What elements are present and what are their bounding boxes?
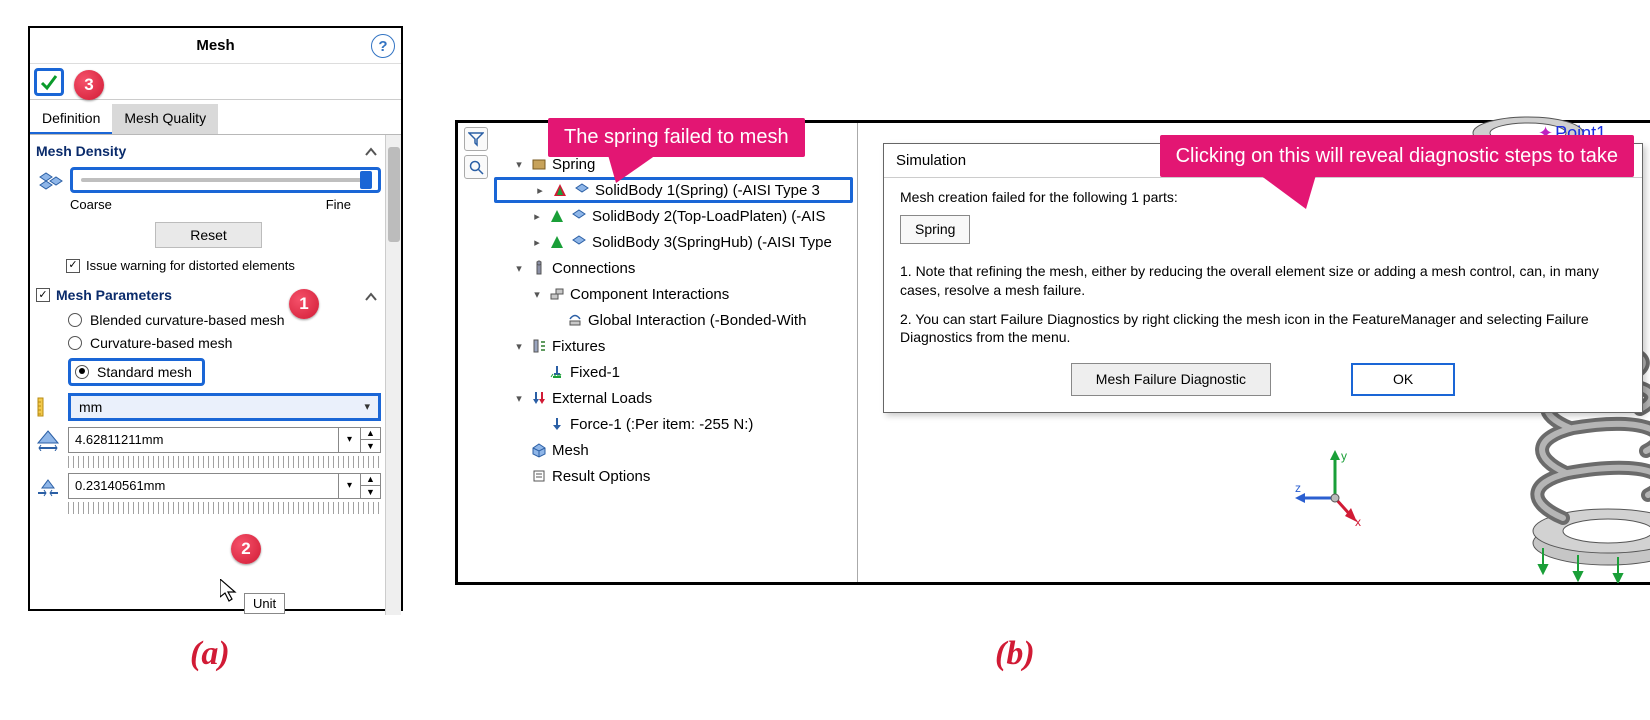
spin-up[interactable]: ▲ xyxy=(361,428,380,441)
chevron-down-icon: ▾ xyxy=(364,400,370,413)
tabs: Definition Mesh Quality xyxy=(30,104,401,135)
filter-icon[interactable] xyxy=(464,127,488,151)
mesh-density-icon xyxy=(36,168,64,192)
mouse-cursor-icon xyxy=(220,579,240,606)
svg-text:y: y xyxy=(1341,449,1347,463)
solidbody-icon xyxy=(570,207,588,225)
solidbody-icon xyxy=(570,233,588,251)
reset-button[interactable]: Reset xyxy=(155,222,262,248)
tolerance-input[interactable] xyxy=(69,474,338,498)
mesh-ok-icon xyxy=(548,233,566,251)
ruler-icon xyxy=(36,396,60,418)
mesh-ok-icon xyxy=(548,207,566,225)
mesh-failed-icon xyxy=(551,181,569,199)
annotation-badge-1: 1 xyxy=(289,289,319,319)
search-icon[interactable] xyxy=(464,155,488,179)
tree-spring-group[interactable]: Spring xyxy=(552,156,595,173)
fixtures-icon xyxy=(530,337,548,355)
tolerance-field[interactable]: ▾ ▲▼ xyxy=(68,473,381,499)
tree-solidbody1-selected: ▸ SolidBody 1(Spring) (-AISI Type 3 xyxy=(494,177,853,203)
collapse-icon[interactable] xyxy=(361,143,381,159)
feature-tree: ▾ Spring ▸ SolidBody 1(Spring) (-AISI Ty… xyxy=(458,123,858,582)
radio-standard-mesh[interactable]: Standard mesh xyxy=(68,358,205,386)
callout-mesh-failed: The spring failed to mesh xyxy=(548,118,805,157)
svg-text:z: z xyxy=(1295,481,1301,495)
section-mesh-parameters: Mesh Parameters xyxy=(36,283,381,307)
tree-twisty[interactable]: ▾ xyxy=(512,392,526,405)
tolerance-icon xyxy=(36,475,60,497)
tolerance-scale-ruler xyxy=(68,502,381,514)
chevron-down-icon[interactable]: ▾ xyxy=(338,474,360,498)
tab-mesh-quality[interactable]: Mesh Quality xyxy=(112,104,218,134)
panel-title: Mesh xyxy=(196,37,234,54)
distorted-warning-label: Issue warning for distorted elements xyxy=(86,258,295,273)
slider-label-fine: Fine xyxy=(326,197,351,212)
simulation-panel: ▾ Spring ▸ SolidBody 1(Spring) (-AISI Ty… xyxy=(455,120,1650,585)
fixed-icon xyxy=(548,363,566,381)
chevron-down-icon[interactable]: ▾ xyxy=(338,428,360,452)
element-size-field[interactable]: ▾ ▲▼ xyxy=(68,427,381,453)
tree-twisty[interactable]: ▾ xyxy=(512,262,526,275)
size-scale-ruler xyxy=(68,456,381,468)
collapse-icon[interactable] xyxy=(361,287,381,303)
tab-definition[interactable]: Definition xyxy=(30,104,112,134)
radio-curvature[interactable]: Curvature-based mesh xyxy=(68,335,381,351)
element-size-icon xyxy=(36,429,60,451)
spin-down[interactable]: ▼ xyxy=(361,440,380,452)
tree-twisty[interactable]: ▾ xyxy=(530,288,544,301)
dialog-note-2: 2. You can start Failure Diagnostics by … xyxy=(900,310,1626,348)
slider-label-coarse: Coarse xyxy=(70,197,112,212)
annotation-badge-2: 2 xyxy=(231,534,261,564)
panel-header: Mesh ? xyxy=(30,28,401,64)
figure-label-a: (a) xyxy=(190,635,230,673)
ok-button[interactable]: OK xyxy=(1351,363,1455,396)
failed-part-button[interactable]: Spring xyxy=(900,215,970,244)
tree-twisty[interactable]: ▸ xyxy=(530,236,544,249)
connections-icon xyxy=(530,259,548,277)
callout-diagnostic-hint: Clicking on this will reveal diagnostic … xyxy=(1160,135,1634,177)
unit-tooltip: Unit xyxy=(244,593,285,614)
figure-label-b: (b) xyxy=(995,635,1035,673)
spin-down[interactable]: ▼ xyxy=(361,486,380,498)
component-interactions-icon xyxy=(548,285,566,303)
distorted-warning-checkbox[interactable] xyxy=(66,259,80,273)
help-icon[interactable]: ? xyxy=(371,34,395,58)
dialog-note-1: 1. Note that refining the mesh, either b… xyxy=(900,262,1626,300)
mesh-icon xyxy=(530,441,548,459)
element-size-input[interactable] xyxy=(69,428,338,452)
mesh-failure-diagnostic-button[interactable]: Mesh Failure Diagnostic xyxy=(1071,363,1271,396)
orientation-triad[interactable]: y z x xyxy=(1295,448,1375,528)
mesh-density-slider[interactable] xyxy=(70,167,381,193)
section-mesh-density: Mesh Density xyxy=(36,139,381,163)
tree-twisty[interactable]: ▾ xyxy=(512,158,526,171)
force-icon xyxy=(548,415,566,433)
solidbody-icon xyxy=(573,181,591,199)
tree-twisty[interactable]: ▾ xyxy=(512,340,526,353)
annotation-badge-3: 3 xyxy=(74,70,104,100)
scrollbar[interactable] xyxy=(385,135,401,615)
external-loads-icon xyxy=(530,389,548,407)
result-options-icon xyxy=(530,467,548,485)
ok-checkmark-button[interactable] xyxy=(34,68,64,96)
svg-text:x: x xyxy=(1355,515,1361,528)
radio-blended-curvature[interactable]: Blended curvature-based mesh xyxy=(68,312,381,328)
spin-up[interactable]: ▲ xyxy=(361,474,380,487)
mesh-parameters-checkbox[interactable] xyxy=(36,288,50,302)
unit-dropdown[interactable]: mm ▾ xyxy=(68,393,381,421)
tree-twisty[interactable]: ▸ xyxy=(533,184,547,197)
part-icon xyxy=(530,155,548,173)
mesh-properties-panel: Mesh ? 3 Definition Mesh Quality Mesh De… xyxy=(28,26,403,611)
tree-twisty[interactable]: ▸ xyxy=(530,210,544,223)
global-interaction-icon xyxy=(566,311,584,329)
